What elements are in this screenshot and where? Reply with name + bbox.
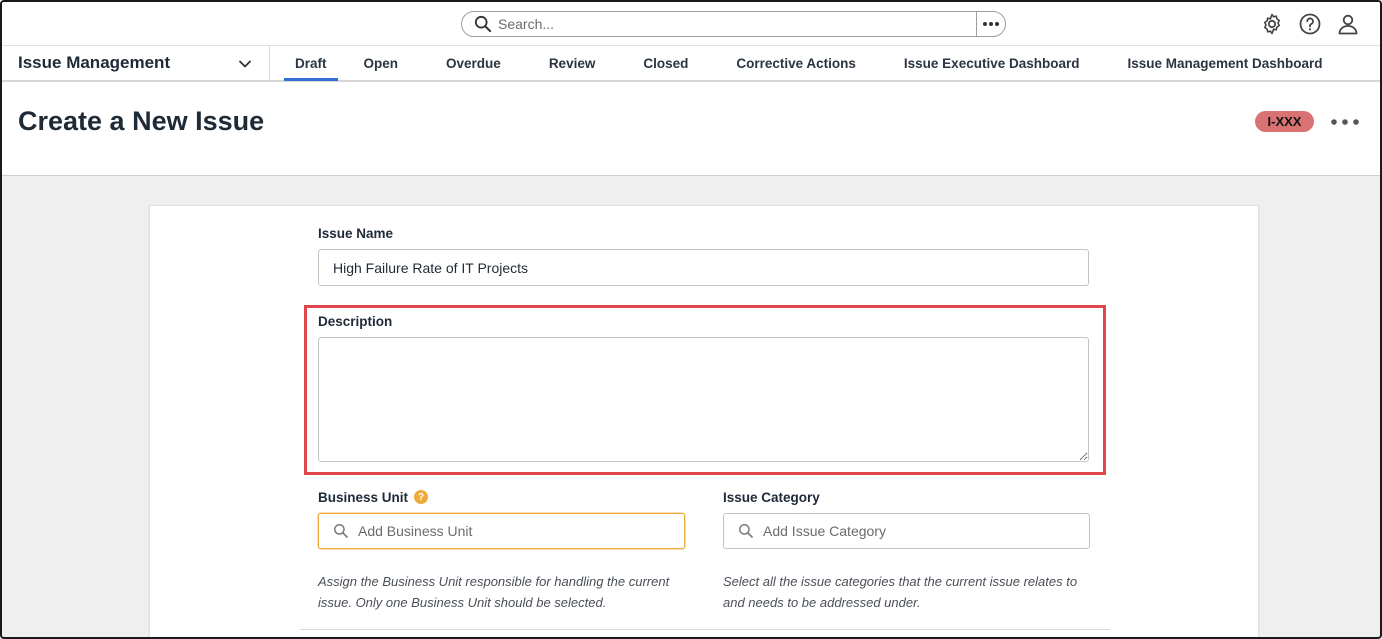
app-title: Issue Management [18,53,171,72]
nav-tabs: Draft Open Overdue Review Closed Correct… [284,46,1323,81]
tab-open[interactable]: Open [364,46,399,80]
issue-name-label: Issue Name [318,226,394,241]
tab-closed[interactable]: Closed [643,46,688,80]
app-window: Issue Management Draft Open Overdue Revi… [0,0,1382,639]
user-icon[interactable] [1336,12,1360,36]
issue-form-card: Issue Name Description Business Unit ? A… [149,205,1259,637]
search-input[interactable] [498,13,958,35]
description-textarea[interactable] [318,337,1089,462]
top-icons [1260,12,1360,36]
issue-name-input[interactable] [318,249,1089,286]
search-icon [739,524,753,538]
business-unit-hint: Assign the Business Unit responsible for… [318,574,670,610]
more-horizontal-icon [983,22,999,26]
business-unit-lookup[interactable]: Add Business Unit [318,513,685,549]
tab-corrective-actions[interactable]: Corrective Actions [736,46,856,80]
tab-overdue[interactable]: Overdue [446,46,501,80]
business-unit-label: Business Unit [318,490,409,505]
business-unit-placeholder: Add Business Unit [358,523,473,539]
tab-draft[interactable]: Draft [284,46,338,81]
section-divider [300,629,1110,630]
search-options-button[interactable] [976,12,1005,36]
help-icon[interactable] [1298,12,1322,36]
issue-id-badge: I-XXX [1255,111,1314,132]
top-bar [2,2,1380,46]
app-switcher[interactable]: Issue Management [2,46,270,80]
business-unit-help-icon[interactable]: ? [414,490,428,504]
description-label: Description [318,314,393,329]
search-icon [474,15,492,33]
page-header: Create a New Issue I-XXX [2,82,1380,176]
issue-category-placeholder: Add Issue Category [763,523,886,539]
tab-issue-management-dashboard[interactable]: Issue Management Dashboard [1127,46,1322,80]
issue-category-hint: Select all the issue categories that the… [723,574,1078,610]
more-options-icon[interactable] [1330,112,1360,132]
issue-category-label: Issue Category [723,490,820,505]
page-title: Create a New Issue [18,106,265,136]
global-search[interactable] [461,11,1006,37]
chevron-down-icon [239,60,251,68]
gear-icon[interactable] [1260,12,1284,36]
nav-bar: Issue Management Draft Open Overdue Revi… [2,46,1380,81]
search-icon [334,524,348,538]
tab-issue-executive-dashboard[interactable]: Issue Executive Dashboard [904,46,1080,80]
issue-category-lookup[interactable]: Add Issue Category [723,513,1090,549]
tab-review[interactable]: Review [549,46,596,80]
